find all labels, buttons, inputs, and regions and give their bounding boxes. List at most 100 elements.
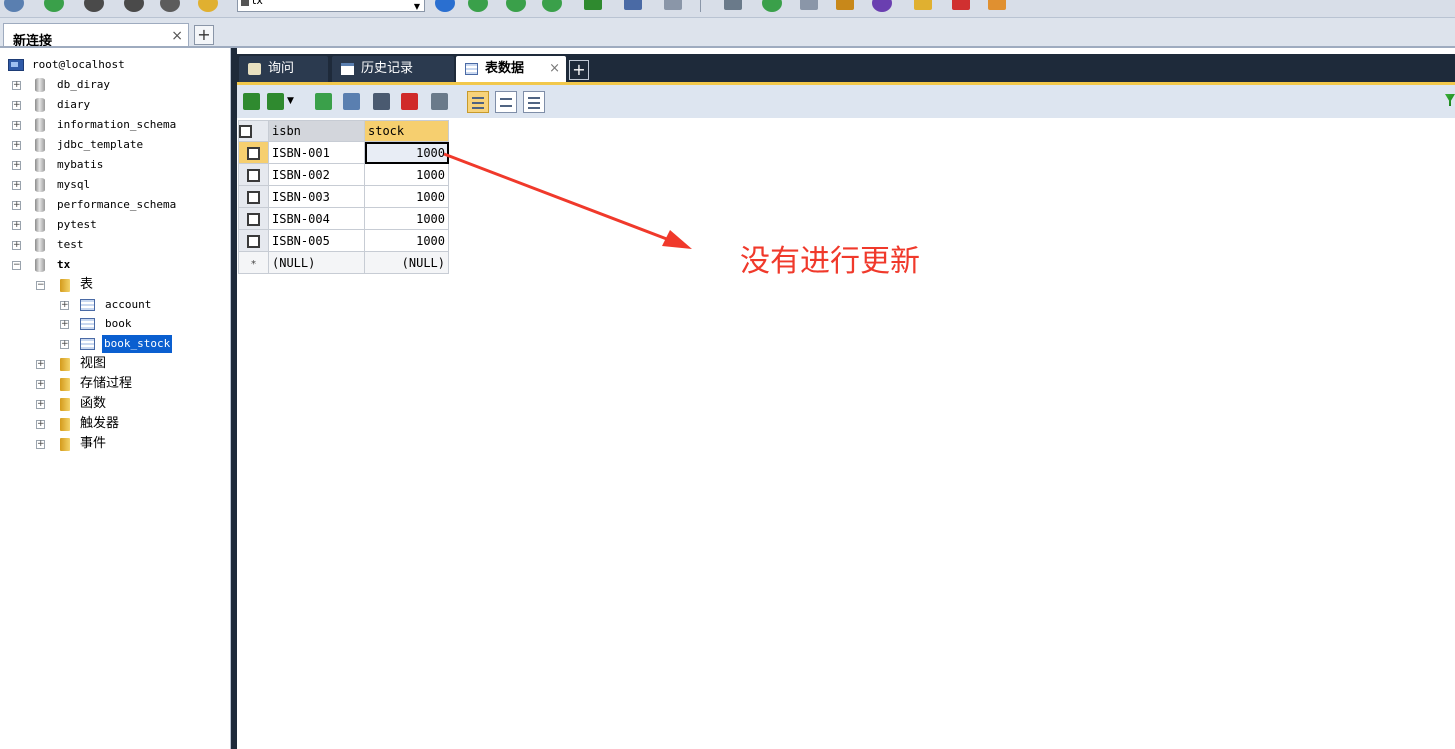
- expand-icon[interactable]: +: [12, 201, 21, 210]
- new-record-row[interactable]: * (NULL) (NULL): [238, 251, 449, 274]
- cell-isbn[interactable]: ISBN-002: [268, 163, 365, 186]
- table-row[interactable]: ISBN-003 1000: [238, 185, 449, 208]
- expand-icon[interactable]: +: [36, 400, 45, 409]
- database-label: pytest: [57, 218, 97, 231]
- cell-isbn[interactable]: ISBN-005: [268, 229, 365, 252]
- tab-table-data[interactable]: 表数据 ×: [456, 56, 566, 82]
- database-alt-icon[interactable]: [124, 0, 144, 12]
- column-header-stock[interactable]: stock: [364, 120, 449, 142]
- row-checkbox[interactable]: [238, 207, 269, 230]
- save-icon[interactable]: [373, 93, 390, 110]
- expand-icon[interactable]: +: [12, 141, 21, 150]
- delete-icon[interactable]: [401, 93, 418, 110]
- execute-icon[interactable]: [435, 0, 455, 12]
- close-icon[interactable]: ×: [549, 56, 560, 82]
- database-icon[interactable]: [84, 0, 104, 12]
- expand-icon[interactable]: +: [12, 101, 21, 110]
- cell-stock[interactable]: 1000: [364, 207, 449, 230]
- grid-toolbar: ▼: [237, 82, 1455, 118]
- add-table-icon[interactable]: [468, 0, 488, 12]
- database-select[interactable]: tx ▼: [237, 0, 425, 12]
- tab-history[interactable]: 历史记录: [332, 56, 454, 82]
- collapse-icon[interactable]: −: [12, 261, 21, 270]
- grid-view-button[interactable]: [467, 91, 489, 113]
- cell-stock[interactable]: 1000: [364, 185, 449, 208]
- new-database-icon[interactable]: [44, 0, 64, 12]
- checkbox-icon: [239, 125, 252, 138]
- schema-icon[interactable]: [800, 0, 818, 10]
- column-header-isbn[interactable]: isbn: [268, 120, 365, 142]
- expand-icon[interactable]: +: [12, 121, 21, 130]
- table-row[interactable]: ISBN-005 1000: [238, 229, 449, 252]
- add-connection-button[interactable]: +: [194, 25, 214, 45]
- expand-icon[interactable]: +: [12, 181, 21, 190]
- collapse-icon[interactable]: −: [36, 281, 45, 290]
- checkbox-icon: [247, 190, 260, 204]
- expand-icon[interactable]: +: [60, 301, 69, 310]
- database-label: information_schema: [57, 118, 177, 131]
- add-tab-button[interactable]: +: [569, 60, 589, 80]
- table-design-icon[interactable]: [624, 0, 642, 10]
- add-record-icon[interactable]: [315, 93, 332, 110]
- cell-isbn[interactable]: (NULL): [268, 251, 365, 274]
- cell-isbn[interactable]: ISBN-003: [268, 185, 365, 208]
- import-icon[interactable]: [584, 0, 602, 10]
- connect-icon[interactable]: [4, 0, 24, 12]
- duplicate-row-icon[interactable]: [267, 93, 284, 110]
- expand-icon[interactable]: +: [12, 241, 21, 250]
- table-row[interactable]: ISBN-001 1000: [238, 141, 449, 164]
- table-label: account: [105, 298, 152, 311]
- key-icon[interactable]: [198, 0, 218, 12]
- text-view-button[interactable]: [523, 91, 545, 113]
- checkbox-icon: [247, 168, 260, 182]
- row-checkbox[interactable]: [238, 141, 269, 164]
- server-icon: [8, 59, 24, 71]
- model-icon[interactable]: [988, 0, 1006, 10]
- expand-icon[interactable]: +: [36, 420, 45, 429]
- chevron-down-icon[interactable]: ▼: [287, 93, 296, 110]
- table-row[interactable]: ISBN-002 1000: [238, 163, 449, 186]
- expand-icon[interactable]: +: [12, 81, 21, 90]
- user-icon[interactable]: [872, 0, 892, 12]
- header-row: isbn stock: [238, 120, 449, 142]
- table-icon[interactable]: [664, 0, 682, 10]
- check-icon[interactable]: [724, 0, 742, 10]
- table-row[interactable]: ISBN-004 1000: [238, 207, 449, 230]
- close-icon[interactable]: ×: [171, 28, 183, 44]
- cell-stock[interactable]: (NULL): [364, 251, 449, 274]
- report-icon[interactable]: [952, 0, 970, 10]
- tab-query[interactable]: 询问: [239, 56, 328, 82]
- refresh-icon[interactable]: [542, 0, 562, 12]
- sync-icon[interactable]: [762, 0, 782, 12]
- expand-icon[interactable]: +: [12, 161, 21, 170]
- cell-stock[interactable]: 1000: [364, 163, 449, 186]
- filter-icon[interactable]: [1445, 94, 1455, 106]
- cancel-changes-icon[interactable]: [431, 93, 448, 110]
- tools-icon[interactable]: [914, 0, 932, 10]
- expand-icon[interactable]: +: [60, 320, 69, 329]
- row-checkbox[interactable]: [238, 163, 269, 186]
- checkbox-icon: [247, 212, 260, 226]
- table-icon: [465, 63, 478, 75]
- backup-icon[interactable]: [836, 0, 854, 10]
- expand-icon[interactable]: +: [60, 340, 69, 349]
- cell-isbn[interactable]: ISBN-004: [268, 207, 365, 230]
- expand-icon[interactable]: +: [36, 440, 45, 449]
- cell-isbn[interactable]: ISBN-001: [268, 141, 365, 164]
- checkbox-icon: [247, 234, 260, 248]
- add-column-icon[interactable]: [506, 0, 526, 12]
- refresh-icon[interactable]: [343, 93, 360, 110]
- insert-row-icon[interactable]: [243, 93, 260, 110]
- row-checkbox[interactable]: [238, 229, 269, 252]
- cell-stock[interactable]: 1000: [364, 141, 449, 164]
- row-checkbox[interactable]: [238, 185, 269, 208]
- expand-icon[interactable]: +: [12, 221, 21, 230]
- database-icon: [35, 198, 45, 212]
- form-view-button[interactable]: [495, 91, 517, 113]
- cell-stock[interactable]: 1000: [364, 229, 449, 252]
- select-all-checkbox[interactable]: [238, 120, 269, 142]
- database-tools-icon[interactable]: [160, 0, 180, 12]
- database-icon: [35, 138, 45, 152]
- expand-icon[interactable]: +: [36, 360, 45, 369]
- expand-icon[interactable]: +: [36, 380, 45, 389]
